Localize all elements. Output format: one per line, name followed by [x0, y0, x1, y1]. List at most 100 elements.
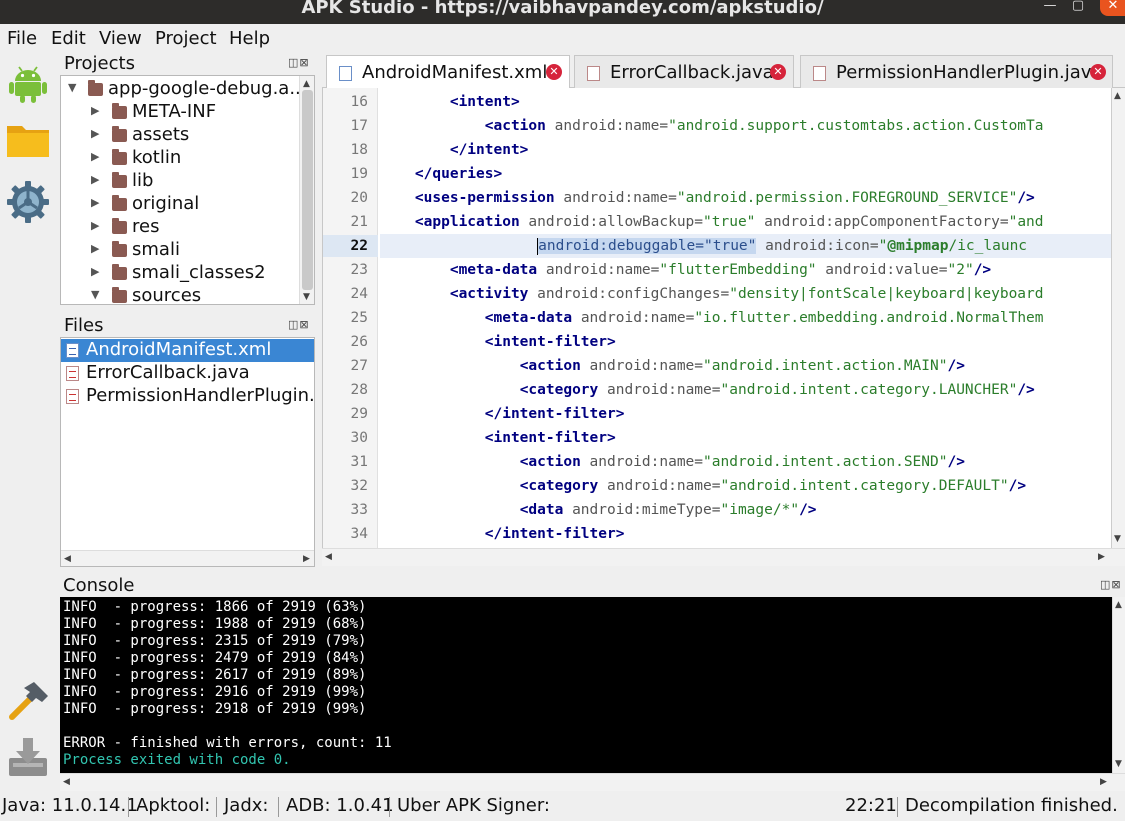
android-icon[interactable]	[6, 60, 50, 104]
xml-attribute: android:name=	[580, 310, 695, 326]
scroll-right-icon[interactable]: ▶	[303, 554, 310, 564]
close-icon[interactable]: ✕	[546, 64, 562, 80]
tree-item[interactable]: ▼ sources	[61, 285, 299, 304]
tab-permissionhandlerplugin-java[interactable]: PermissionHandlerPlugin.java ✕	[800, 55, 1113, 88]
menu-edit[interactable]: Edit	[51, 28, 86, 49]
scroll-down-icon[interactable]: ▼	[303, 292, 310, 302]
console-vscrollbar[interactable]: ▲ ▼	[1112, 597, 1125, 773]
close-icon[interactable]: ✕	[1090, 64, 1106, 80]
console-dock-buttons[interactable]: ◫⊠	[1100, 578, 1122, 591]
chevron-right-icon[interactable]: ▶	[91, 104, 99, 117]
code-line: <action android:name="android.support.cu…	[380, 115, 1044, 137]
tree-item[interactable]: ▶ original	[61, 193, 299, 216]
files-hscrollbar[interactable]: ◀ ▶	[61, 550, 314, 566]
scroll-right-icon[interactable]: ▶	[1100, 777, 1107, 787]
scroll-right-icon[interactable]: ▶	[1098, 552, 1105, 562]
minimize-button[interactable]: —	[1038, 0, 1062, 14]
tab-errorcallback-java[interactable]: ErrorCallback.java ✕	[574, 55, 794, 88]
tree-item[interactable]: ▶ META-INF	[61, 101, 299, 124]
xml-value: "flutterEmbedding"	[659, 262, 817, 278]
chevron-right-icon[interactable]: ▶	[91, 242, 99, 255]
tree-item-label: res	[132, 216, 160, 237]
projects-dock-buttons[interactable]: ◫⊠	[288, 56, 310, 69]
xml-attribute: android:name=	[545, 262, 660, 278]
hammer-icon[interactable]	[6, 678, 50, 722]
folder-icon	[112, 195, 127, 211]
line-number: 28	[350, 382, 368, 398]
gear-icon[interactable]	[6, 180, 50, 224]
scroll-left-icon[interactable]: ◀	[63, 777, 70, 787]
menu-project[interactable]: Project	[155, 28, 217, 49]
chevron-right-icon[interactable]: ▶	[91, 150, 99, 163]
xml-value: "io.flutter.embedding.android.NormalThem	[694, 310, 1044, 326]
editor-vscrollbar[interactable]: ▲ ▼	[1111, 88, 1125, 548]
file-list-item[interactable]: PermissionHandlerPlugin.jav	[61, 385, 314, 408]
java-file-icon	[587, 66, 600, 81]
scroll-up-icon[interactable]: ▲	[303, 79, 310, 89]
chevron-down-icon[interactable]: ▼	[91, 288, 99, 301]
xml-value: "density|fontScale|keyboard|keyboard	[729, 286, 1044, 302]
code-line: <application android:allowBackup="true" …	[380, 211, 1044, 233]
chevron-right-icon[interactable]: ▶	[91, 219, 99, 232]
scroll-down-icon[interactable]: ▼	[1114, 534, 1121, 544]
chevron-right-icon[interactable]: ▶	[91, 265, 99, 278]
chevron-right-icon[interactable]: ▶	[91, 196, 99, 209]
xml-attribute: android:name=	[554, 118, 669, 134]
xml-tag: />	[1017, 382, 1035, 398]
projects-scrollbar[interactable]: ▲ ▼	[299, 76, 314, 304]
console-line: INFO - progress: 2617 of 2919 (89%)	[63, 667, 367, 683]
xml-value: "true"	[703, 214, 756, 230]
maximize-button[interactable]: ▢	[1066, 0, 1090, 14]
console-output[interactable]: INFO - progress: 1866 of 2919 (63%) INFO …	[60, 597, 1112, 773]
tree-root[interactable]: ▼ app-google-debug.a...	[61, 78, 307, 101]
code-line: <action android:name="android.intent.act…	[380, 451, 965, 473]
code-line: </queries>	[380, 163, 502, 185]
scroll-thumb[interactable]	[302, 90, 313, 290]
scroll-up-icon[interactable]: ▲	[1114, 91, 1121, 101]
menu-view[interactable]: View	[99, 28, 142, 49]
files-dock-buttons[interactable]: ◫⊠	[288, 318, 310, 331]
close-icon[interactable]: ✕	[770, 64, 786, 80]
chevron-right-icon[interactable]: ▶	[91, 127, 99, 140]
tree-item[interactable]: ▶ kotlin	[61, 147, 299, 170]
tree-item[interactable]: ▶ smali_classes2	[61, 262, 299, 285]
tree-item[interactable]: ▶ res	[61, 216, 299, 239]
menu-help[interactable]: Help	[229, 28, 270, 49]
status-jadx: Jadx:	[224, 795, 269, 816]
tree-item[interactable]: ▶ assets	[61, 124, 299, 147]
scroll-left-icon[interactable]: ◀	[325, 552, 332, 562]
code-editor[interactable]: 16 17 18 19 20 21 22 23 24 25 26 27 28 29 30 31 32 33 34 <…	[322, 88, 1112, 548]
tree-item[interactable]: ▶ smali	[61, 239, 299, 262]
tree-item-label: lib	[132, 170, 154, 191]
download-icon[interactable]	[6, 736, 50, 780]
editor-hscrollbar[interactable]: ◀ ▶	[322, 548, 1125, 566]
tab-androidmanifest-xml[interactable]: AndroidManifest.xml ✕	[326, 55, 570, 89]
xml-tag: <action	[484, 118, 546, 134]
scroll-up-icon[interactable]: ▲	[1115, 600, 1122, 610]
tree-item[interactable]: ▶ lib	[61, 170, 299, 193]
folder-icon[interactable]	[6, 118, 50, 162]
code-line: <meta-data android:name="io.flutter.embe…	[380, 307, 1044, 329]
console-hscrollbar[interactable]: ◀ ▶	[60, 773, 1125, 791]
menu-file[interactable]: File	[7, 28, 37, 49]
close-window-button[interactable]: ✕	[1100, 0, 1125, 16]
scroll-left-icon[interactable]: ◀	[64, 554, 71, 564]
chevron-down-icon[interactable]: ▼	[68, 81, 76, 94]
xml-tag: <category	[519, 382, 599, 398]
tree-item-label: smali_classes2	[132, 262, 266, 283]
file-list-item[interactable]: AndroidManifest.xml	[61, 339, 314, 362]
chevron-right-icon[interactable]: ▶	[91, 173, 99, 186]
xml-tag: <action	[519, 358, 581, 374]
xml-tag: />	[973, 262, 992, 278]
file-list-item[interactable]: ErrorCallback.java	[61, 362, 314, 385]
scroll-down-icon[interactable]: ▼	[1115, 759, 1122, 769]
line-number: 19	[350, 166, 368, 182]
